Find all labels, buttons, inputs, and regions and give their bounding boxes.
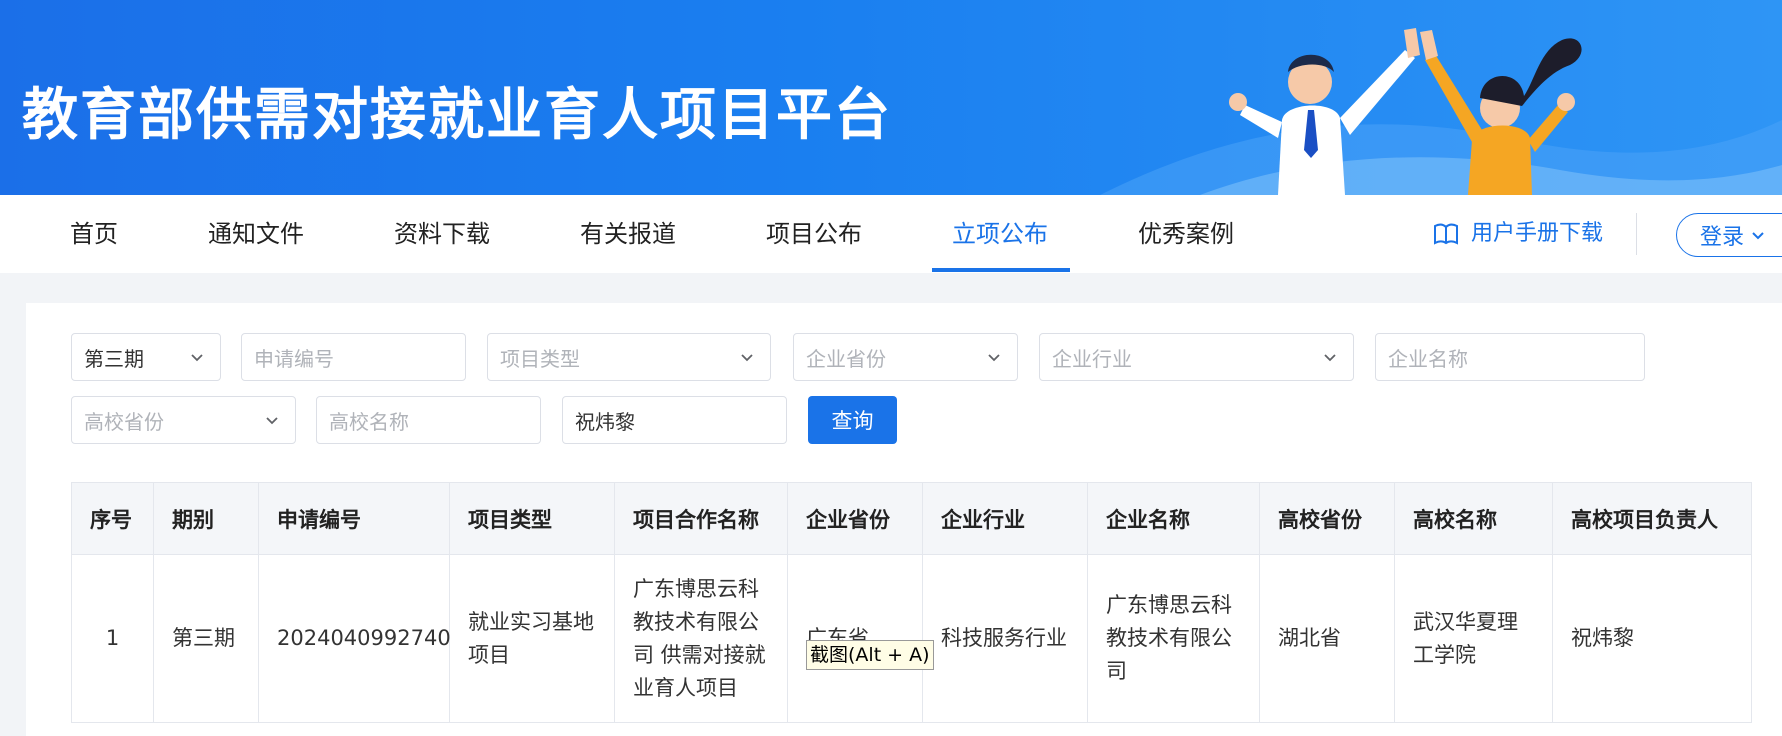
nav-notices[interactable]: 通知文件 bbox=[208, 195, 304, 273]
company-industry-select[interactable]: 企业行业 bbox=[1039, 333, 1354, 381]
high-five-illustration bbox=[1229, 28, 1582, 195]
project-leader-input[interactable]: 祝炜黎 bbox=[562, 396, 787, 444]
col-header: 序号 bbox=[71, 482, 154, 555]
user-manual-label: 用户手册下载 bbox=[1471, 221, 1604, 246]
cell-company-name: 广东博思云科教技术有限公司 bbox=[1087, 554, 1260, 723]
company-province-placeholder: 企业省份 bbox=[806, 346, 886, 371]
cell-school-name: 武汉华夏理工学院 bbox=[1394, 554, 1553, 723]
col-header: 高校名称 bbox=[1394, 482, 1553, 555]
col-header: 期别 bbox=[153, 482, 259, 555]
header-banner: 教育部供需对接就业育人项目平台 bbox=[0, 0, 1782, 195]
active-tab-indicator bbox=[932, 268, 1070, 272]
main-nav: 首页 通知文件 资料下载 有关报道 项目公布 立项公布 优秀案例 用户手册下载 … bbox=[0, 195, 1782, 273]
screenshot-tooltip: 截图(Alt + A) bbox=[806, 640, 934, 670]
col-header: 高校省份 bbox=[1259, 482, 1395, 555]
user-manual-download[interactable]: 用户手册下载 bbox=[1433, 195, 1603, 273]
login-label: 登录 bbox=[1700, 225, 1745, 250]
application-number-placeholder: 申请编号 bbox=[254, 346, 334, 371]
chevron-down-icon bbox=[988, 354, 1000, 362]
chevron-down-icon bbox=[1752, 232, 1764, 240]
cell-application-number: 2024040992740 bbox=[258, 554, 451, 723]
school-name-input[interactable]: 高校名称 bbox=[316, 396, 541, 444]
company-industry-placeholder: 企业行业 bbox=[1052, 346, 1132, 371]
chevron-down-icon bbox=[191, 354, 203, 362]
results-table: 序号 期别 申请编号 项目类型 项目合作名称 企业省份 企业行业 企业名称 高校… bbox=[71, 482, 1752, 723]
query-button[interactable]: 查询 bbox=[808, 396, 897, 444]
nav-home[interactable]: 首页 bbox=[70, 195, 118, 273]
nav-downloads[interactable]: 资料下载 bbox=[394, 195, 490, 273]
company-name-input[interactable]: 企业名称 bbox=[1375, 333, 1645, 381]
login-button[interactable]: 登录 bbox=[1676, 213, 1782, 257]
cell-index: 1 bbox=[71, 554, 154, 723]
col-header: 企业省份 bbox=[787, 482, 923, 555]
cell-period: 第三期 bbox=[153, 554, 259, 723]
table-header-row: 序号 期别 申请编号 项目类型 项目合作名称 企业省份 企业行业 企业名称 高校… bbox=[71, 482, 1752, 555]
school-province-select[interactable]: 高校省份 bbox=[71, 396, 296, 444]
table-row: 1 第三期 2024040992740 就业实习基地项目 广东博思云科教技术有限… bbox=[71, 554, 1752, 723]
period-select[interactable]: 第三期 bbox=[71, 333, 221, 381]
platform-title: 教育部供需对接就业育人项目平台 bbox=[22, 83, 892, 148]
nav-approval-announce[interactable]: 立项公布 bbox=[952, 195, 1048, 273]
school-name-placeholder: 高校名称 bbox=[329, 409, 409, 434]
project-type-select[interactable]: 项目类型 bbox=[487, 333, 771, 381]
chevron-down-icon bbox=[266, 417, 278, 425]
project-leader-value: 祝炜黎 bbox=[575, 409, 635, 434]
col-header: 申请编号 bbox=[258, 482, 450, 555]
col-header: 企业行业 bbox=[922, 482, 1088, 555]
col-header: 企业名称 bbox=[1087, 482, 1260, 555]
period-value: 第三期 bbox=[84, 346, 144, 371]
nav-excellent-cases[interactable]: 优秀案例 bbox=[1138, 195, 1234, 273]
chevron-down-icon bbox=[1324, 354, 1336, 362]
chevron-down-icon bbox=[741, 354, 753, 362]
cell-school-province: 湖北省 bbox=[1259, 554, 1395, 723]
col-header: 项目合作名称 bbox=[614, 482, 788, 555]
cell-company-industry: 科技服务行业 bbox=[922, 554, 1088, 723]
company-name-placeholder: 企业名称 bbox=[1388, 346, 1468, 371]
nav-reports[interactable]: 有关报道 bbox=[580, 195, 676, 273]
col-header: 项目类型 bbox=[449, 482, 615, 555]
nav-project-announce[interactable]: 项目公布 bbox=[766, 195, 862, 273]
book-icon bbox=[1434, 223, 1458, 245]
col-header: 高校项目负责人 bbox=[1552, 482, 1752, 555]
school-province-placeholder: 高校省份 bbox=[84, 409, 164, 434]
cell-company-province: 广东省 bbox=[787, 554, 923, 723]
application-number-input[interactable]: 申请编号 bbox=[241, 333, 466, 381]
cell-project-name: 广东博思云科教技术有限公司 供需对接就业育人项目 bbox=[614, 554, 788, 723]
company-province-select[interactable]: 企业省份 bbox=[793, 333, 1018, 381]
project-type-placeholder: 项目类型 bbox=[500, 346, 580, 371]
nav-divider bbox=[1636, 213, 1637, 255]
cell-project-leader: 祝炜黎 bbox=[1552, 554, 1752, 723]
cell-project-type: 就业实习基地项目 bbox=[449, 554, 615, 723]
